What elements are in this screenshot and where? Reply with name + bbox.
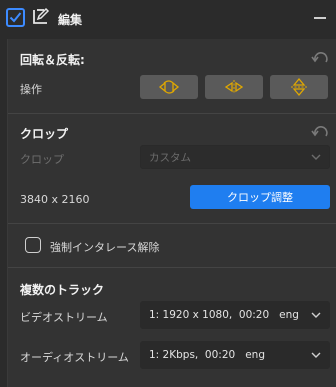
crop-select[interactable]: カスタム — [140, 145, 330, 169]
flip-vertical-button[interactable] — [270, 75, 328, 99]
divider — [8, 113, 336, 114]
collapse-icon[interactable] — [314, 17, 326, 19]
header-title: 編集 — [58, 13, 83, 27]
edit-icon — [33, 7, 50, 24]
audio-stream-select[interactable]: 1: 2Kbps, 00:20 eng — [140, 341, 330, 369]
divider — [8, 267, 336, 268]
video-stream-value: 1: 1920 x 1080, 00:20 eng — [149, 309, 299, 321]
audio-stream-label: オーディオストリーム — [20, 351, 129, 364]
rotate-reset-icon[interactable] — [311, 51, 329, 65]
tracks-section-title: 複数のトラック — [20, 283, 105, 297]
flip-horizontal-button[interactable] — [205, 75, 263, 99]
rotate-section-title: 回転＆反転: — [20, 53, 85, 67]
edit-header: 編集 — [0, 0, 336, 38]
deinterlace-checkbox[interactable] — [25, 237, 41, 253]
video-stream-select[interactable]: 1: 1920 x 1080, 00:20 eng — [140, 301, 330, 329]
audio-stream-value: 1: 2Kbps, 00:20 eng — [149, 349, 265, 361]
crop-reset-icon[interactable] — [311, 125, 329, 139]
edit-panel: 回転＆反転: 操作 クロップ クロップ カスタム 3840 x 2160 クロッ… — [7, 39, 336, 387]
rotate-icon — [158, 80, 180, 94]
checkmark-icon — [9, 12, 22, 23]
rotate-button[interactable] — [140, 75, 198, 99]
flip-vertical-icon — [291, 77, 307, 97]
divider — [8, 223, 336, 224]
chevron-down-icon — [311, 352, 321, 358]
chevron-down-icon — [311, 154, 321, 160]
operation-label: 操作 — [20, 83, 42, 96]
edit-enable-checkbox[interactable] — [6, 8, 25, 27]
resolution-text: 3840 x 2160 — [20, 193, 90, 206]
crop-select-value: カスタム — [149, 151, 191, 164]
crop-section-title: クロップ — [20, 127, 69, 141]
crop-adjust-button[interactable]: クロップ調整 — [190, 185, 330, 209]
crop-label: クロップ — [20, 153, 64, 166]
deinterlace-label: 強制インタレース解除 — [50, 241, 160, 254]
chevron-down-icon — [311, 312, 321, 318]
flip-horizontal-icon — [224, 80, 244, 94]
video-stream-label: ビデオストリーム — [20, 311, 108, 324]
